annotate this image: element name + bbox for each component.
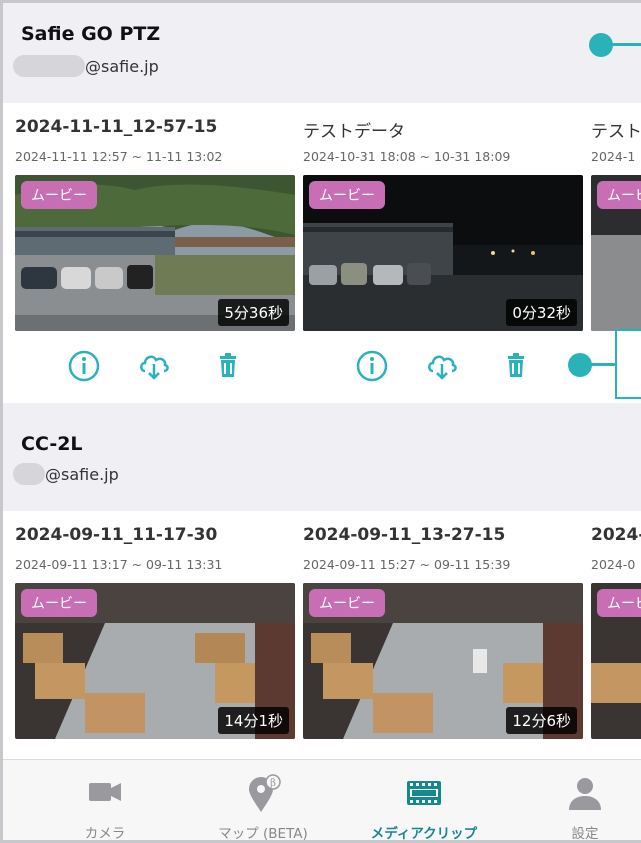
tab-settings[interactable]: 設定 [505, 760, 641, 842]
clip-actions [303, 349, 583, 389]
tab-camera[interactable]: カメラ [25, 760, 185, 842]
clip-title: 2024-09-11_11-17-30 [15, 525, 218, 545]
clip-actions [15, 349, 295, 389]
clip-time-range: 2024-10-31 18:08 ~ 10-31 18:09 [303, 149, 511, 164]
camera-icon [85, 774, 125, 814]
callout-marker [589, 33, 613, 57]
clip-time-range: 2024-0 [591, 557, 636, 572]
trash-icon [220, 353, 236, 377]
map-pin-icon: β [243, 774, 283, 818]
clip-thumbnail[interactable]: ムービ [591, 583, 641, 739]
account-domain: @safie.jp [85, 56, 159, 76]
duration-label: 5分36秒 [218, 299, 289, 326]
duration-label: 12分6秒 [506, 707, 577, 734]
duration-label: 14分1秒 [218, 707, 289, 734]
group-title: Safie GO PTZ [21, 23, 161, 45]
movie-badge: ムービー [309, 589, 385, 617]
download-button[interactable] [425, 349, 459, 383]
clip-thumbnail[interactable]: ムービ [591, 175, 641, 331]
film-icon [404, 774, 444, 814]
tab-label: 設定 [571, 826, 599, 842]
clip-time-range: 2024-1 [591, 149, 636, 164]
clip-title: テスト [591, 122, 641, 142]
clip-row: 2024-09-11_11-17-30 2024-09-11 13:17 ~ 0… [3, 511, 641, 759]
movie-badge: ムービ [597, 181, 641, 209]
account-domain: @safie.jp [45, 464, 119, 484]
movie-badge: ムービ [597, 589, 641, 617]
clip-title: テストデータ [303, 122, 405, 142]
tab-map[interactable]: β マップ (BETA) [183, 760, 343, 842]
clip-row: 2024-11-11_12-57-15 2024-11-11 12:57 ~ 1… [3, 103, 641, 403]
movie-badge: ムービー [21, 589, 97, 617]
callout-box [615, 329, 641, 399]
account-email: @safie.jp [13, 55, 159, 77]
movie-badge: ムービー [21, 181, 97, 209]
info-icon [356, 350, 388, 382]
clip-thumbnail[interactable]: ムービー 0分32秒 [303, 175, 583, 331]
clip-title: 2024-09-11_13-27-15 [303, 525, 506, 545]
group-title: CC-2L [21, 433, 83, 455]
cloud-download-icon [428, 355, 457, 380]
info-button[interactable] [355, 349, 389, 383]
clip-time-range: 2024-09-11 13:17 ~ 09-11 13:31 [15, 557, 223, 572]
clip-title: 2024-11-11_12-57-15 [15, 117, 218, 137]
redacted-username [13, 463, 45, 485]
clip-thumbnail[interactable]: ムービー 12分6秒 [303, 583, 583, 739]
account-email: @safie.jp [13, 463, 119, 485]
delete-button[interactable] [499, 349, 533, 383]
tab-label: カメラ [84, 826, 126, 842]
info-button[interactable] [67, 349, 101, 383]
trash-icon [508, 353, 524, 377]
download-button[interactable] [137, 349, 171, 383]
tab-label: メディアクリップ [370, 826, 478, 842]
callout-line [588, 363, 618, 366]
cloud-download-icon [140, 355, 169, 380]
person-icon [565, 774, 605, 818]
clip-title: 2024- [591, 525, 641, 545]
delete-button[interactable] [211, 349, 245, 383]
callout-line [611, 43, 641, 46]
bottom-tab-bar: カメラ β マップ (BETA) メディアクリップ 設定 [3, 759, 641, 842]
movie-badge: ムービー [309, 181, 385, 209]
duration-label: 0分32秒 [506, 299, 577, 326]
group-header-safie-go-ptz: Safie GO PTZ @safie.jp [3, 3, 641, 103]
tab-label: マップ (BETA) [218, 826, 308, 842]
redacted-username [13, 55, 85, 77]
group-header-cc-2l: CC-2L @safie.jp [3, 403, 641, 511]
info-icon [68, 350, 100, 382]
clip-time-range: 2024-11-11 12:57 ~ 11-11 13:02 [15, 149, 223, 164]
tab-media-clip[interactable]: メディアクリップ [344, 760, 504, 842]
clip-thumbnail[interactable]: ムービー 5分36秒 [15, 175, 295, 331]
clip-time-range: 2024-09-11 15:27 ~ 09-11 15:39 [303, 557, 511, 572]
app-frame: Safie GO PTZ @safie.jp 2024-11-11_12-57-… [0, 0, 641, 843]
clip-thumbnail[interactable]: ムービー 14分1秒 [15, 583, 295, 739]
svg-text:β: β [270, 778, 276, 789]
